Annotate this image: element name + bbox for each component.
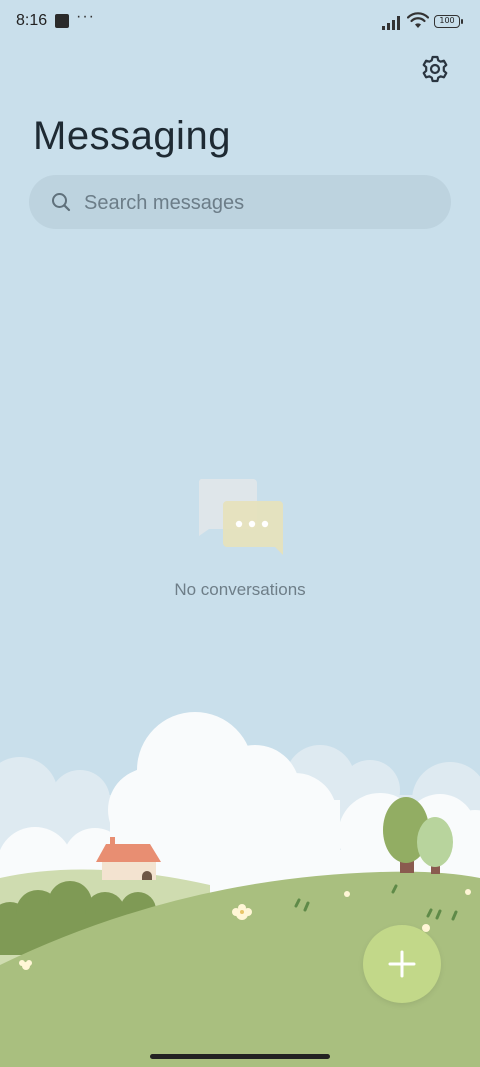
home-indicator[interactable] xyxy=(150,1054,330,1059)
chat-bubbles-icon xyxy=(198,479,283,555)
status-time: 8:16 xyxy=(16,12,48,29)
search-placeholder: Search messages xyxy=(84,192,245,214)
wifi-icon xyxy=(407,12,429,28)
status-bar: 8:16 ··· 100 xyxy=(0,0,480,44)
plus-icon xyxy=(388,950,416,978)
empty-state-text: No conversations xyxy=(174,580,306,599)
search-icon xyxy=(52,193,71,212)
search-input[interactable]: Search messages xyxy=(29,175,451,229)
new-conversation-button[interactable] xyxy=(363,925,441,1003)
battery-indicator: 100 xyxy=(434,15,463,28)
more-notifications-icon: ··· xyxy=(76,8,95,25)
landscape-illustration xyxy=(0,712,480,1067)
app-notification-icon xyxy=(55,14,69,28)
page-title: Messaging xyxy=(33,114,231,158)
signal-icon xyxy=(382,16,400,30)
gear-icon xyxy=(422,55,448,83)
settings-button[interactable] xyxy=(418,52,452,86)
